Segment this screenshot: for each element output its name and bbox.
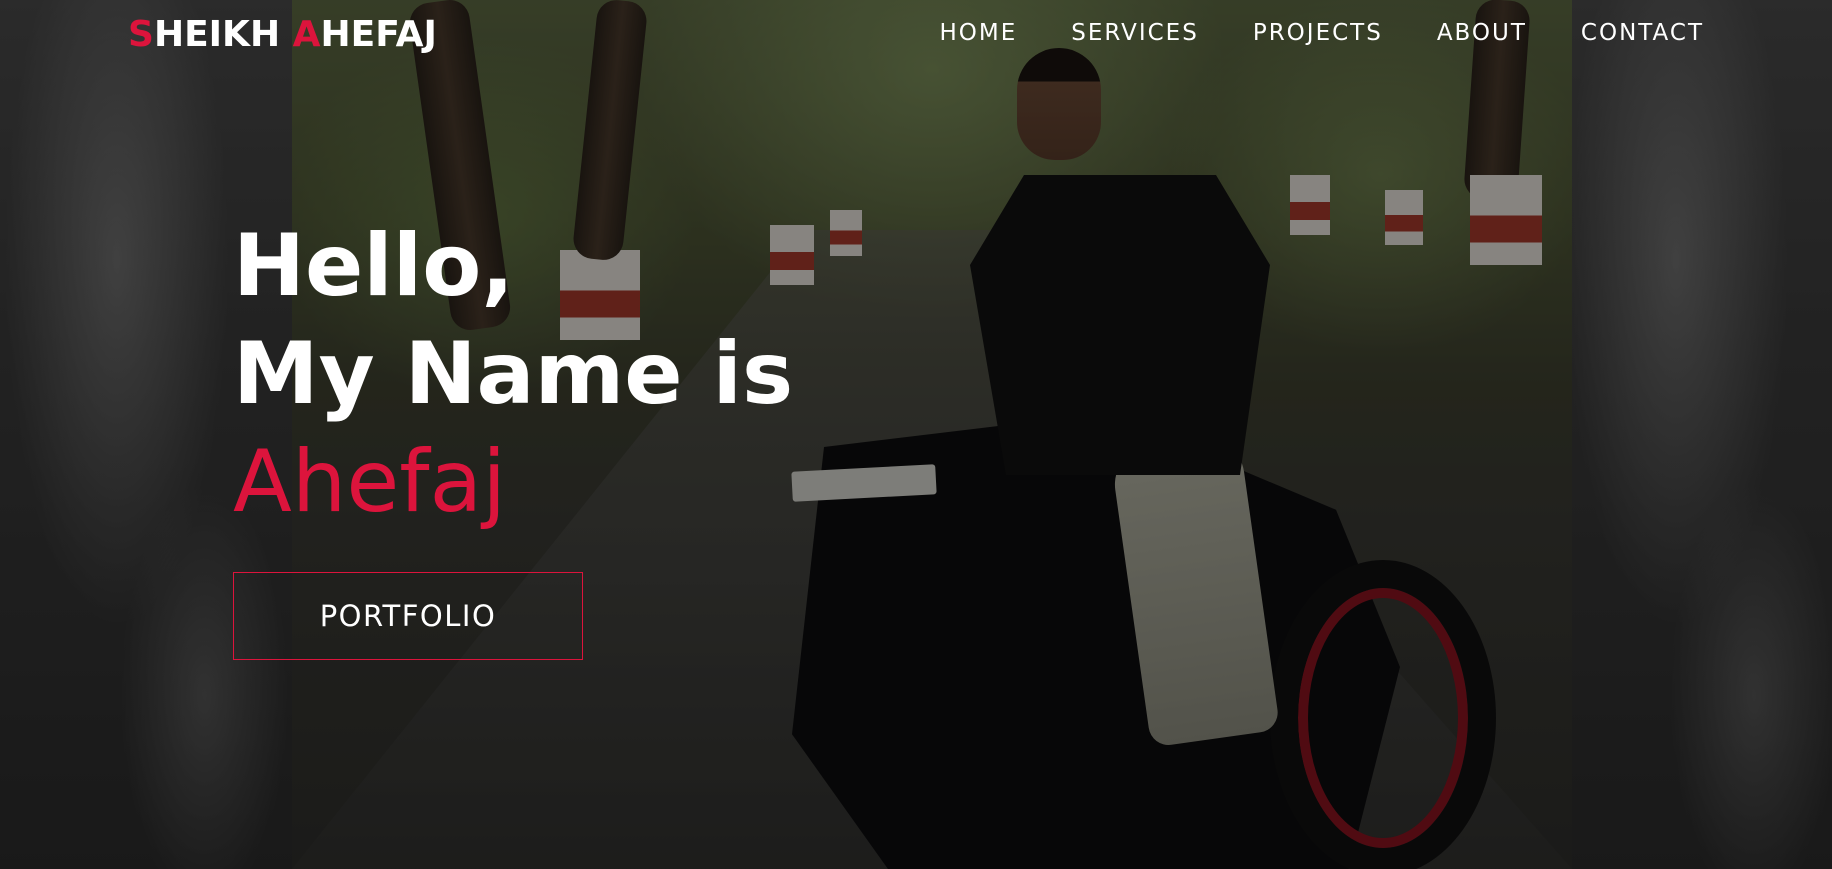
hero-heading: Hello, My Name is Ahefaj	[233, 212, 793, 536]
navbar: SHEIKH AHEFAJ HOME SERVICES PROJECTS ABO…	[0, 0, 1832, 70]
hero-intro: My Name is	[233, 324, 794, 424]
nav-projects[interactable]: PROJECTS	[1253, 20, 1383, 46]
nav-services[interactable]: SERVICES	[1071, 20, 1199, 46]
brand-initial-first: S	[128, 14, 154, 55]
nav-about[interactable]: ABOUT	[1437, 20, 1527, 46]
portfolio-button-label: PORTFOLIO	[319, 599, 497, 633]
brand-first-name: HEIKH	[153, 14, 293, 55]
nav-contact[interactable]: CONTACT	[1581, 20, 1704, 46]
brand-logo[interactable]: SHEIKH AHEFAJ	[128, 14, 437, 55]
main-nav: HOME SERVICES PROJECTS ABOUT CONTACT	[939, 20, 1704, 46]
brand-last-name: HEFAJ	[320, 14, 437, 55]
brand-initial-second: A	[292, 14, 321, 55]
hero-greeting: Hello,	[233, 216, 515, 316]
hero-section: SHEIKH AHEFAJ HOME SERVICES PROJECTS ABO…	[0, 0, 1832, 869]
hero-name: Ahefaj	[233, 432, 507, 532]
nav-home[interactable]: HOME	[939, 20, 1017, 46]
portfolio-button[interactable]: PORTFOLIO	[233, 572, 583, 660]
